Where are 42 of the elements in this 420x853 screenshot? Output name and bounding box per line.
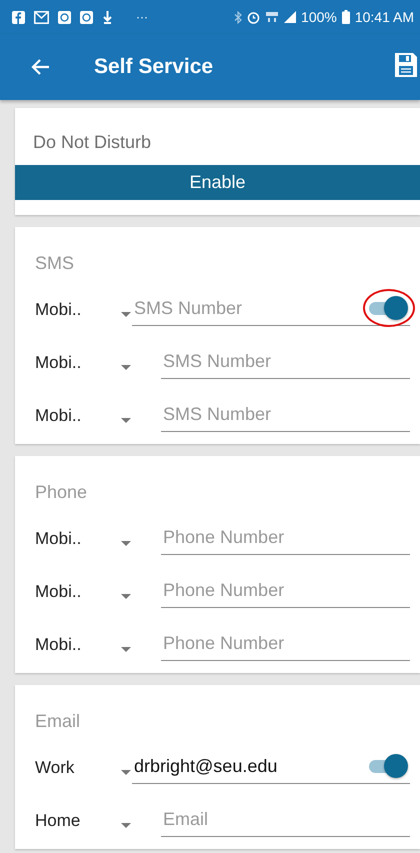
battery-percent: 100% xyxy=(301,9,337,25)
alarm-icon xyxy=(247,10,260,24)
clock: 10:41 AM xyxy=(354,9,414,25)
caret-icon xyxy=(121,540,131,546)
caret-icon xyxy=(121,646,131,652)
type-dropdown[interactable]: Mobi.. xyxy=(35,635,161,661)
screen-title: Self Service xyxy=(94,55,214,79)
back-arrow-icon[interactable] xyxy=(30,58,50,76)
input-field[interactable]: Phone Number xyxy=(161,626,410,660)
caret-icon xyxy=(121,594,131,598)
save-icon[interactable] xyxy=(394,52,418,78)
caret-icon xyxy=(121,364,131,370)
input-field[interactable]: Phone Number xyxy=(161,573,410,607)
download-icon xyxy=(102,10,113,24)
caret-icon xyxy=(121,822,131,828)
caret-icon xyxy=(121,418,131,422)
caret-icon xyxy=(121,312,131,316)
section-title: Email xyxy=(35,711,82,732)
input-field[interactable]: drbright@seu.edu xyxy=(132,749,366,783)
mail-icon xyxy=(34,10,49,24)
battery-icon xyxy=(342,10,350,24)
signal-icon xyxy=(284,11,296,23)
section-title: SMS xyxy=(35,253,76,274)
type-dropdown[interactable]: Mobi.. xyxy=(35,353,161,379)
input-field[interactable]: Phone Number xyxy=(161,520,410,554)
caret-icon xyxy=(121,770,131,774)
input-field[interactable]: SMS Number xyxy=(161,344,410,378)
type-dropdown[interactable]: Work xyxy=(35,758,132,784)
input-field[interactable]: SMS Number xyxy=(132,291,366,325)
type-dropdown[interactable]: Mobi.. xyxy=(35,300,132,326)
input-field[interactable]: Email xyxy=(161,802,410,836)
enable-button[interactable]: Enable xyxy=(15,165,420,200)
section-title: Phone xyxy=(35,482,88,503)
type-dropdown[interactable]: Mobi.. xyxy=(35,529,161,555)
type-dropdown[interactable]: Home xyxy=(35,811,161,837)
bluetooth-icon xyxy=(234,10,242,24)
type-dropdown[interactable]: Mobi.. xyxy=(35,582,161,608)
input-field[interactable]: SMS Number xyxy=(161,397,410,431)
facebook-icon xyxy=(12,10,25,24)
type-dropdown[interactable]: Mobi.. xyxy=(35,406,161,432)
section-title: Do Not Disturb xyxy=(32,132,152,153)
more-notifications: ··· xyxy=(136,10,148,24)
